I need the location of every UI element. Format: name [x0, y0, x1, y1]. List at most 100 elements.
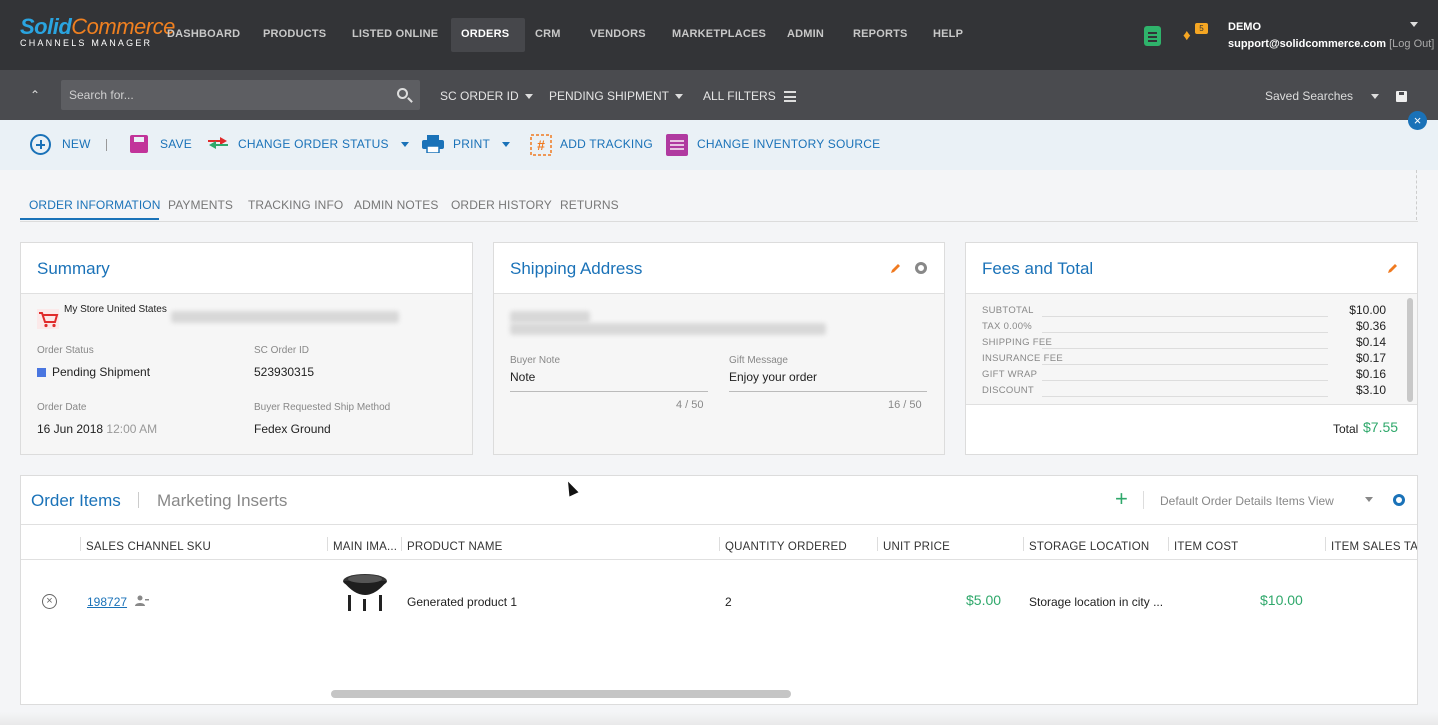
status-color-swatch [37, 368, 46, 378]
table-row: × 198727 Generated product 1 2 $5.00 Sto… [21, 561, 1417, 647]
logout-link[interactable]: [Log Out] [1389, 38, 1434, 50]
col-storage-location[interactable]: STORAGE LOCATION [1029, 541, 1149, 553]
saved-searches-dropdown[interactable]: Saved Searches [1265, 89, 1380, 103]
fees-scrollbar[interactable] [1407, 298, 1413, 402]
fee-row: SUBTOTAL $10.00 [982, 303, 1386, 317]
save-button[interactable]: SAVE [160, 137, 192, 151]
sku-link[interactable]: 198727 [87, 595, 127, 609]
product-thumbnail[interactable] [339, 567, 391, 613]
order-items-panel: Order Items Marketing Inserts + Default … [20, 475, 1418, 705]
redacted-address [510, 323, 826, 335]
logo[interactable]: SolidCommerce CHANNELS MANAGER [20, 14, 175, 56]
total-area: Total $7.55 [966, 404, 1417, 454]
tab-marketing-inserts[interactable]: Marketing Inserts [157, 491, 287, 511]
swap-arrows-icon[interactable] [207, 135, 229, 151]
chevron-down-icon [400, 142, 409, 148]
col-quantity-ordered[interactable]: QUANTITY ORDERED [725, 541, 847, 553]
change-order-status-button[interactable]: CHANGE ORDER STATUS [238, 137, 409, 151]
buyer-note-field[interactable]: Note [510, 370, 535, 384]
shipping-address-card: Shipping Address Buyer Note Note 4 / 50 … [493, 242, 945, 455]
fees-title: Fees and Total [982, 259, 1094, 278]
chevron-down-icon [524, 94, 533, 100]
search-bar: ⌃ SC ORDER ID PENDING SHIPMENT ALL FILTE… [0, 70, 1438, 120]
save-icon[interactable] [130, 135, 148, 153]
col-main-image[interactable]: MAIN IMA... [333, 541, 397, 553]
gift-message-field[interactable]: Enjoy your order [729, 370, 817, 384]
search-icon[interactable] [397, 88, 408, 99]
tab-tracking-info[interactable]: TRACKING INFO [248, 198, 343, 212]
user-icon [135, 595, 149, 606]
close-icon[interactable]: × [1408, 111, 1427, 130]
nav-orders[interactable]: ORDERS [461, 28, 509, 40]
print-button[interactable]: PRINT [453, 137, 510, 151]
fees-total-card: Fees and Total SUBTOTAL $10.00 TAX 0.00% $… [965, 242, 1418, 455]
collapse-chevron-up-icon[interactable]: ⌃ [30, 88, 40, 102]
tab-order-history[interactable]: ORDER HISTORY [451, 198, 552, 212]
user-menu-chevron-down-icon[interactable] [1410, 22, 1418, 27]
search-input[interactable] [69, 80, 389, 110]
nav-admin[interactable]: ADMIN [787, 28, 824, 40]
remove-item-close-icon[interactable]: × [42, 594, 57, 609]
new-button[interactable]: NEW [62, 137, 91, 151]
nav-vendors[interactable]: VENDORS [590, 28, 646, 40]
nav-dashboard[interactable]: DASHBOARD [167, 28, 240, 40]
top-nav: SolidCommerce CHANNELS MANAGER DASHBOARD… [0, 0, 1438, 70]
user-name[interactable]: DEMO [1228, 21, 1261, 33]
tab-order-information[interactable]: ORDER INFORMATION [29, 198, 160, 212]
shipping-title: Shipping Address [510, 259, 643, 278]
all-filters-button[interactable]: ALL FILTERS [703, 89, 796, 103]
tab-returns[interactable]: RETURNS [560, 198, 619, 212]
chevron-down-icon [1371, 94, 1380, 100]
order-date-label: Order Date [37, 402, 87, 413]
items-grid-header: SALES CHANNEL SKU MAIN IMA... PRODUCT NA… [21, 524, 1417, 560]
fee-row: DISCOUNT $3.10 [982, 383, 1386, 397]
horizontal-scrollbar[interactable] [331, 690, 1417, 698]
clipboard-icon[interactable] [1144, 26, 1161, 46]
scrollbar-thumb[interactable] [331, 690, 791, 698]
chevron-down-icon[interactable] [1365, 497, 1373, 502]
fee-row: SHIPPING FEE $0.14 [982, 335, 1386, 349]
tab-admin-notes[interactable]: ADMIN NOTES [354, 198, 438, 212]
sc-order-id-label: SC Order ID [254, 345, 310, 356]
col-sales-channel-sku[interactable]: SALES CHANNEL SKU [86, 541, 211, 553]
gear-icon[interactable] [1393, 494, 1405, 506]
order-status-label: Order Status [37, 345, 94, 356]
tracking-hash-icon[interactable]: # [530, 134, 552, 156]
gear-icon[interactable] [915, 262, 927, 274]
pencil-icon[interactable] [1387, 262, 1399, 274]
toolbar-divider [106, 139, 107, 151]
col-item-sales-tax[interactable]: ITEM SALES TAX [1331, 541, 1417, 553]
plus-circle-icon[interactable] [30, 134, 51, 155]
status-dropdown[interactable]: PENDING SHIPMENT [549, 89, 684, 103]
quantity-cell: 2 [725, 595, 732, 609]
col-product-name[interactable]: PRODUCT NAME [407, 541, 502, 553]
col-item-cost[interactable]: ITEM COST [1174, 541, 1238, 553]
sliders-icon [783, 91, 796, 103]
change-inventory-source-button[interactable]: CHANGE INVENTORY SOURCE [697, 137, 880, 151]
nav-reports[interactable]: REPORTS [853, 28, 908, 40]
tab-order-items[interactable]: Order Items [31, 491, 121, 511]
nav-help[interactable]: HELP [933, 28, 963, 40]
action-toolbar: NEW SAVE CHANGE ORDER STATUS PRINT # ADD… [0, 120, 1438, 170]
nav-products[interactable]: PRODUCTS [263, 28, 326, 40]
sc-order-id-value: 523930315 [254, 365, 315, 379]
buyer-note-counter: 4 / 50 [676, 399, 704, 411]
nav-crm[interactable]: CRM [535, 28, 561, 40]
storage-location-cell: Storage location in city ... [1029, 595, 1164, 609]
tab-payments[interactable]: PAYMENTS [168, 198, 233, 212]
save-search-icon[interactable] [1396, 91, 1407, 102]
items-view-select[interactable]: Default Order Details Items View [1160, 494, 1334, 508]
inventory-icon[interactable] [666, 134, 688, 156]
fee-row: TAX 0.00% $0.36 [982, 319, 1386, 333]
order-date-value: 16 Jun 2018 12:00 AM [37, 422, 158, 436]
nav-marketplaces[interactable]: MARKETPLACES [672, 28, 766, 40]
printer-icon[interactable] [422, 135, 444, 153]
ship-method-label: Buyer Requested Ship Method [254, 402, 391, 413]
field-dropdown[interactable]: SC ORDER ID [440, 89, 533, 103]
nav-listed-online[interactable]: LISTED ONLINE [352, 28, 438, 40]
add-tracking-button[interactable]: ADD TRACKING [560, 137, 653, 151]
col-unit-price[interactable]: UNIT PRICE [883, 541, 950, 553]
add-item-plus-icon[interactable]: + [1115, 488, 1128, 510]
unit-price-cell: $5.00 [966, 592, 1002, 608]
pencil-icon[interactable] [890, 262, 902, 274]
